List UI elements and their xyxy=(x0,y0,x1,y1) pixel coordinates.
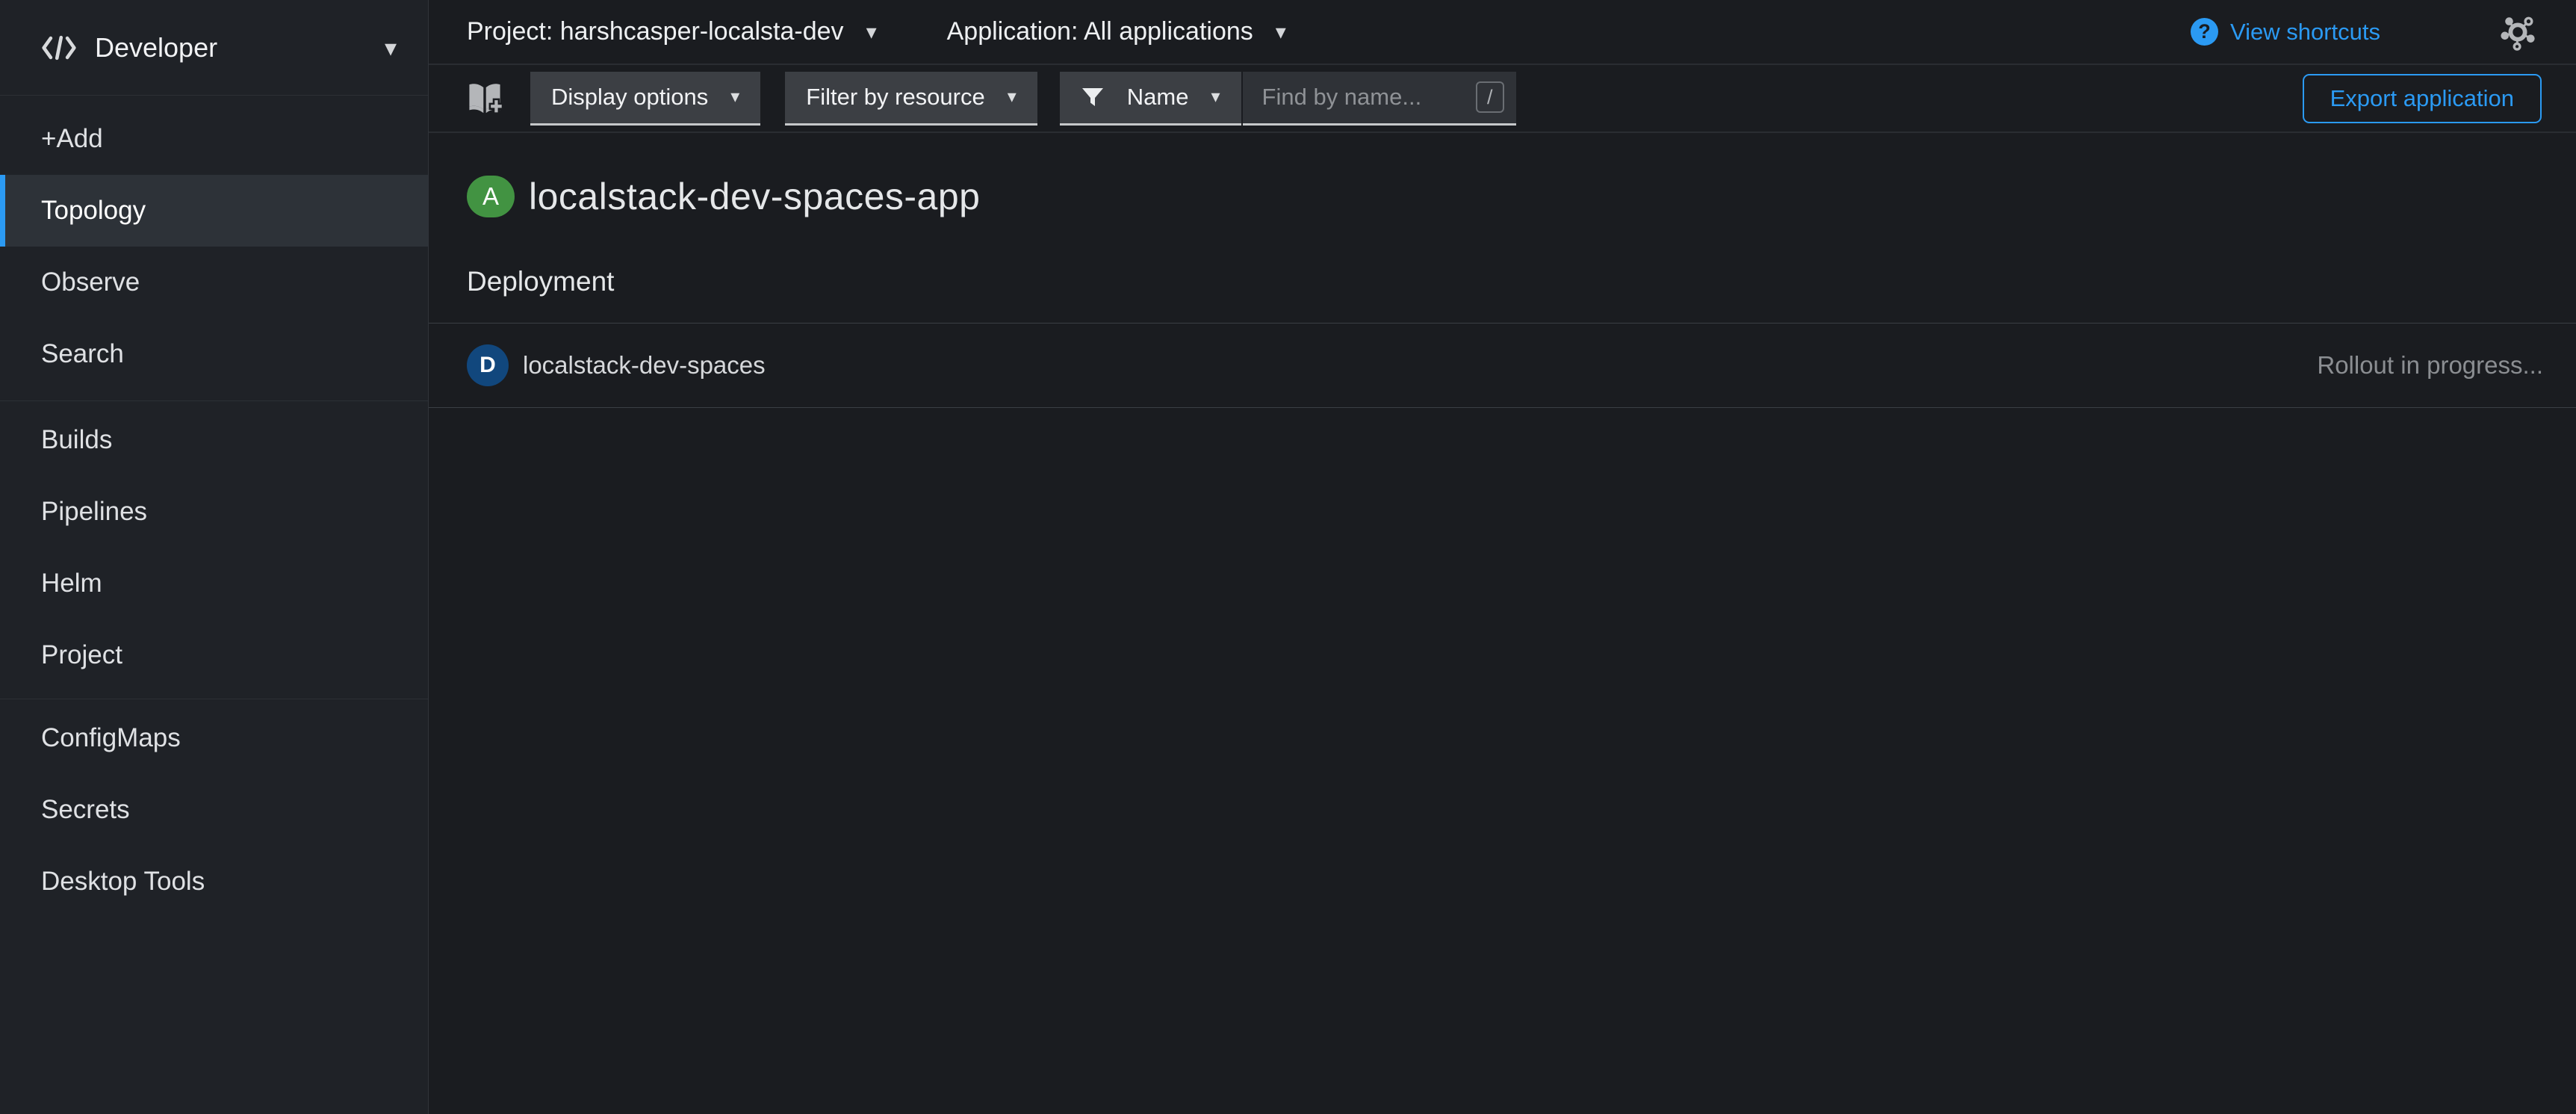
deployment-list: D localstack-dev-spaces Rollout in progr… xyxy=(429,323,2576,408)
display-options-label: Display options xyxy=(551,84,708,111)
sidebar-item-desktop-tools[interactable]: Desktop Tools xyxy=(0,846,428,917)
sidebar-item-topology[interactable]: Topology xyxy=(0,175,428,247)
application-selector[interactable]: Application: All applications ▾ xyxy=(947,17,1286,46)
context-bar-right: ? View shortcuts xyxy=(2191,13,2537,51)
slash-shortcut-badge: / xyxy=(1476,81,1504,113)
chevron-down-icon: ▾ xyxy=(866,22,877,43)
project-selector-label: Project: harshcasper-localsta-dev xyxy=(467,17,844,46)
code-icon xyxy=(41,34,77,62)
sidebar-item-observe[interactable]: Observe xyxy=(0,247,428,318)
topology-list-view: A localstack-dev-spaces-app Deployment D… xyxy=(429,133,2576,1114)
application-badge: A xyxy=(467,176,515,217)
find-by-name-input[interactable] xyxy=(1261,83,1476,111)
sidebar-item-pipelines[interactable]: Pipelines xyxy=(0,476,428,548)
name-filter-label: Name xyxy=(1127,84,1189,111)
perspective-switcher[interactable]: Developer ▾ xyxy=(0,0,428,96)
sidebar-item-builds[interactable]: Builds xyxy=(0,404,428,476)
perspective-label: Developer xyxy=(95,32,385,64)
chevron-down-icon: ▾ xyxy=(1276,22,1286,43)
main-column: Project: harshcasper-localsta-dev ▾ Appl… xyxy=(429,0,2576,1114)
nav-section-build: Builds Pipelines Helm Project xyxy=(0,401,428,699)
sidebar-item-helm[interactable]: Helm xyxy=(0,548,428,619)
chevron-down-icon: ▾ xyxy=(1008,88,1017,106)
sidebar-nav: +Add Topology Observe Search Builds Pipe… xyxy=(0,96,428,925)
application-selector-label: Application: All applications xyxy=(947,17,1253,46)
chevron-down-icon: ▾ xyxy=(1211,88,1220,106)
filter-funnel-icon xyxy=(1081,85,1105,109)
chevron-down-icon: ▾ xyxy=(385,36,397,60)
sidebar-item-secrets[interactable]: Secrets xyxy=(0,774,428,846)
name-filter-group: Name ▾ / xyxy=(1060,72,1516,126)
sidebar-item-search[interactable]: Search xyxy=(0,318,428,390)
display-options-dropdown[interactable]: Display options ▾ xyxy=(530,72,760,126)
quick-search-icon[interactable] xyxy=(467,78,503,119)
filter-by-resource-dropdown[interactable]: Filter by resource ▾ xyxy=(785,72,1037,126)
find-by-name-field: / xyxy=(1243,72,1516,126)
deployment-row[interactable]: D localstack-dev-spaces Rollout in progr… xyxy=(429,324,2576,408)
sidebar-item-add[interactable]: +Add xyxy=(0,103,428,175)
chevron-down-icon: ▾ xyxy=(730,88,739,106)
export-application-button[interactable]: Export application xyxy=(2303,74,2542,123)
filter-by-resource-label: Filter by resource xyxy=(806,84,984,111)
sidebar: Developer ▾ +Add Topology Observe Search… xyxy=(0,0,429,1114)
sidebar-item-configmaps[interactable]: ConfigMaps xyxy=(0,702,428,774)
question-circle-icon: ? xyxy=(2191,18,2218,46)
sidebar-item-project[interactable]: Project xyxy=(0,619,428,691)
topology-view-icon[interactable] xyxy=(2500,13,2537,51)
app-root: Developer ▾ +Add Topology Observe Search… xyxy=(0,0,2576,1114)
deployment-badge: D xyxy=(467,344,509,386)
view-shortcuts-link[interactable]: ? View shortcuts xyxy=(2191,18,2380,46)
deployment-status: Rollout in progress... xyxy=(2317,351,2543,380)
resource-kind-heading: Deployment xyxy=(467,266,2576,297)
nav-section-config: ConfigMaps Secrets Desktop Tools xyxy=(0,699,428,925)
topology-toolbar: Display options ▾ Filter by resource ▾ N… xyxy=(429,65,2576,133)
application-group-header: A localstack-dev-spaces-app xyxy=(429,133,2576,218)
deployment-name: localstack-dev-spaces xyxy=(523,351,766,380)
name-filter-dropdown[interactable]: Name ▾ xyxy=(1060,72,1241,126)
project-selector[interactable]: Project: harshcasper-localsta-dev ▾ xyxy=(467,17,877,46)
view-shortcuts-label: View shortcuts xyxy=(2230,19,2380,46)
nav-section-main: +Add Topology Observe Search xyxy=(0,96,428,401)
context-bar: Project: harshcasper-localsta-dev ▾ Appl… xyxy=(429,0,2576,65)
application-name: localstack-dev-spaces-app xyxy=(529,175,980,218)
